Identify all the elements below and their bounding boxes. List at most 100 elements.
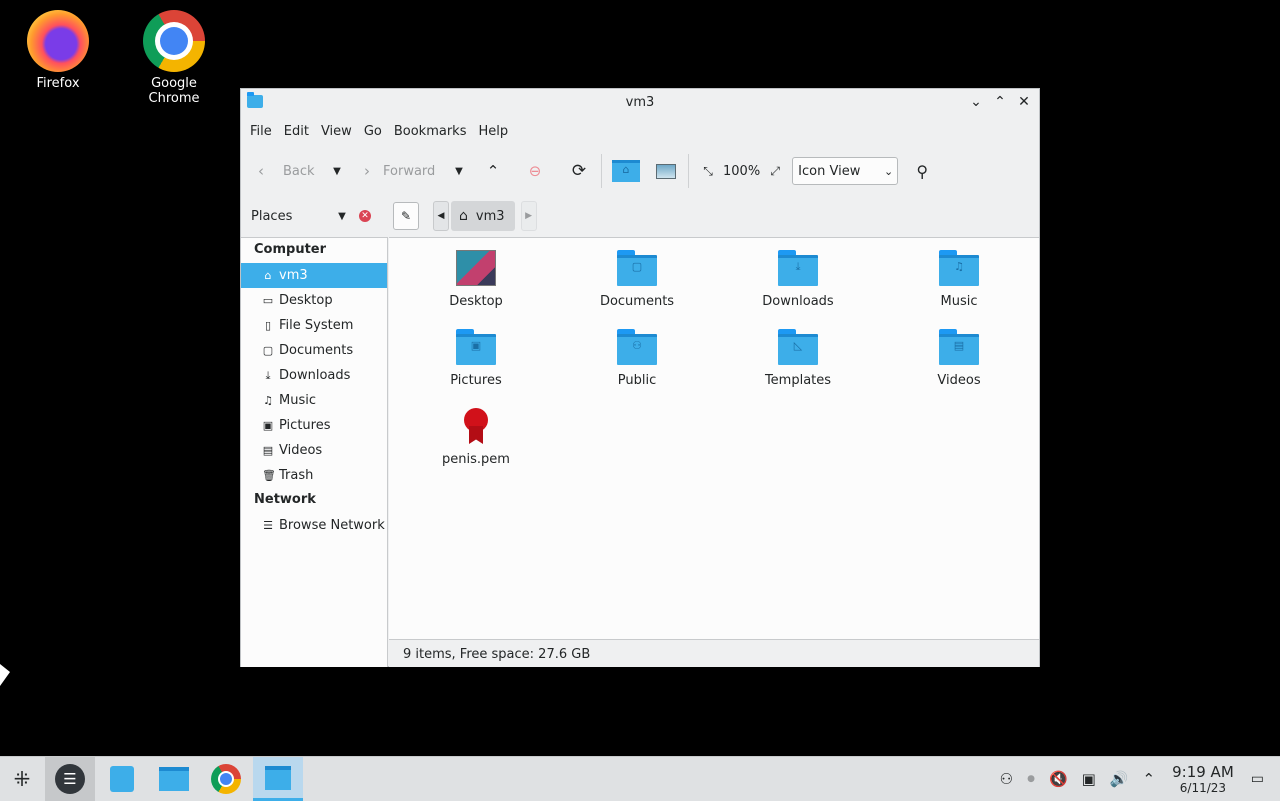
music-icon: ♫ xyxy=(263,394,273,407)
file-item-templates[interactable]: ◺ Templates xyxy=(733,329,863,388)
taskbar: ⁜ ☰ ⚇ ● 🔇 ▣ 🔊 ⌃ 9:19 AM 6/11/23 ▭ xyxy=(0,756,1280,801)
chevron-up-icon[interactable]: ⌃ xyxy=(1143,770,1156,788)
menu-help[interactable]: Help xyxy=(473,124,513,139)
task-file-manager[interactable] xyxy=(149,757,199,801)
picture-icon: ▣ xyxy=(262,419,274,432)
places-menu-button[interactable]: ▼ xyxy=(329,211,355,222)
file-item-videos[interactable]: ▤ Videos xyxy=(894,329,1024,388)
desktop-icon-chrome[interactable]: Google Chrome xyxy=(124,4,224,106)
launcher-icon: ⁜ xyxy=(13,767,31,791)
folder-icon: ▣ xyxy=(456,329,496,365)
menu-bar: File Edit View Go Bookmarks Help xyxy=(241,116,1039,146)
task-file-manager-active[interactable] xyxy=(253,757,303,801)
forward-button[interactable]: › Forward xyxy=(355,162,447,180)
sidebar-item-videos[interactable]: ▤ Videos xyxy=(241,438,387,463)
notifications-icon[interactable]: ● xyxy=(1027,774,1035,784)
file-item-downloads[interactable]: ⤓ Downloads xyxy=(733,250,863,309)
reload-button[interactable]: ⟳ xyxy=(565,157,593,185)
up-button[interactable]: ⌃ xyxy=(479,157,507,185)
file-item-public[interactable]: ⚇ Public xyxy=(572,329,702,388)
arrow-left-icon: ‹ xyxy=(258,162,264,180)
stop-button[interactable]: ⊖ xyxy=(521,157,549,185)
file-item-music[interactable]: ♫ Music xyxy=(894,250,1024,309)
file-view[interactable]: Desktop ▢ Documents ⤓ Downloads ♫ Music ▣ Pictur… xyxy=(389,237,1039,640)
sidebar-item-pictures[interactable]: ▣ Pictures xyxy=(241,413,387,438)
file-name: Music xyxy=(940,294,978,309)
sidebar-item-desktop[interactable]: ▭ Desktop xyxy=(241,288,387,313)
pencil-icon: ✎ xyxy=(400,209,412,223)
sidebar-item-browse-network[interactable]: ☰ Browse Network xyxy=(241,513,387,538)
zoom-in-button[interactable]: ⤢ xyxy=(764,157,786,185)
menu-edit[interactable]: Edit xyxy=(279,124,314,139)
show-desktop-icon[interactable]: ▭ xyxy=(1251,771,1264,787)
close-button[interactable]: ✕ xyxy=(1015,93,1033,111)
arrow-right-icon: › xyxy=(364,162,370,180)
sidebar-item-documents[interactable]: ▢ Documents xyxy=(241,338,387,363)
close-pane-icon[interactable]: ✕ xyxy=(359,210,371,222)
places-title: Places xyxy=(251,208,293,224)
task-settings[interactable]: ☰ xyxy=(45,757,95,801)
download-icon: ⤓ xyxy=(265,368,271,382)
sidebar-item-label: Browse Network xyxy=(279,518,385,533)
chrome-icon xyxy=(143,10,205,72)
back-history-dropdown[interactable]: ▼ xyxy=(319,166,355,177)
menu-go[interactable]: Go xyxy=(359,124,387,139)
task-discover[interactable] xyxy=(97,757,147,801)
triangle-right-icon: ▶ xyxy=(525,211,532,221)
folder-icon xyxy=(159,767,189,791)
breadcrumb[interactable]: ⌂ vm3 xyxy=(451,201,515,231)
forward-history-dropdown[interactable]: ▼ xyxy=(447,166,471,177)
breadcrumb-scroll-left[interactable]: ◀ xyxy=(433,201,449,231)
mute-icon[interactable]: 🔇 xyxy=(1049,770,1068,788)
breadcrumb-label: vm3 xyxy=(475,208,505,224)
title-bar[interactable]: vm3 ⌄ ⌃ ✕ xyxy=(241,89,1039,116)
document-icon: ▢ xyxy=(262,344,274,357)
task-chrome[interactable] xyxy=(201,757,251,801)
sidebar-item-label: Desktop xyxy=(279,293,333,308)
sidebar-item-label: Downloads xyxy=(279,368,351,383)
triangle-down-icon: ▼ xyxy=(333,165,341,177)
back-button[interactable]: ‹ Back xyxy=(249,162,319,180)
folder-icon xyxy=(265,765,291,790)
user-icon[interactable]: ⚇ xyxy=(1000,770,1013,788)
menu-file[interactable]: File xyxy=(245,124,277,139)
toolbar-separator xyxy=(601,154,602,188)
toolbar-separator xyxy=(688,154,689,188)
edit-location-button[interactable]: ✎ xyxy=(393,202,419,230)
app-launcher-button[interactable]: ⁜ xyxy=(0,757,44,801)
search-button[interactable]: ⚲ xyxy=(908,157,936,185)
sidebar-item-music[interactable]: ♫ Music xyxy=(241,388,387,413)
sidebar-item-label: Documents xyxy=(279,343,354,358)
breadcrumb-scroll-right[interactable]: ▶ xyxy=(520,201,537,231)
home-button[interactable]: ⌂ xyxy=(610,157,642,185)
forward-label: Forward xyxy=(383,163,436,179)
file-item-desktop[interactable]: Desktop xyxy=(411,250,541,309)
sidebar-item-trash[interactable]: 🗑 Trash xyxy=(241,463,387,488)
desktop-folder-icon xyxy=(456,250,496,286)
maximize-button[interactable]: ⌃ xyxy=(991,93,1009,111)
reload-icon: ⟳ xyxy=(571,161,587,181)
file-item-pictures[interactable]: ▣ Pictures xyxy=(411,329,541,388)
sidebar-item-file-system[interactable]: ▯ File System xyxy=(241,313,387,338)
volume-icon[interactable]: 🔊 xyxy=(1110,770,1129,788)
desktop-icon-firefox[interactable]: Firefox xyxy=(8,4,108,91)
clock[interactable]: 9:19 AM 6/11/23 xyxy=(1172,763,1234,795)
sidebar-item-downloads[interactable]: ⤓ Downloads xyxy=(241,363,387,388)
computer-button[interactable] xyxy=(652,157,680,185)
file-item-documents[interactable]: ▢ Documents xyxy=(572,250,702,309)
menu-view[interactable]: View xyxy=(316,124,357,139)
menu-bookmarks[interactable]: Bookmarks xyxy=(389,124,472,139)
network-icon[interactable]: ▣ xyxy=(1082,770,1096,788)
arrow-up-icon: ⌃ xyxy=(486,162,500,180)
zoom-level: 100% xyxy=(723,163,761,179)
minimize-button[interactable]: ⌄ xyxy=(967,93,985,111)
zoom-out-button[interactable]: ⤡ xyxy=(697,157,719,185)
trash-icon: 🗑 xyxy=(262,469,276,482)
file-item-penis-pem[interactable]: penis.pem xyxy=(411,408,541,467)
folder-icon: ◺ xyxy=(778,329,818,365)
clock-time: 9:19 AM xyxy=(1172,763,1234,781)
clock-date: 6/11/23 xyxy=(1179,781,1227,795)
view-mode-select[interactable]: Icon View ⌄ xyxy=(792,157,899,185)
file-name: Downloads xyxy=(762,294,834,309)
sidebar-item-vm3[interactable]: ⌂ vm3 xyxy=(241,263,387,288)
